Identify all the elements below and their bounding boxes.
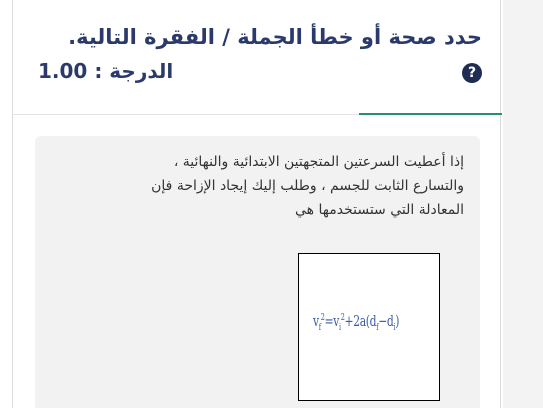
question-text-line: إذا أعطيت السرعتين المتجهتين الابتدائية …: [173, 154, 464, 170]
question-circle-icon[interactable]: ?: [462, 63, 482, 83]
question-content-box: إذا أعطيت السرعتين المتجهتين الابتدائية …: [35, 136, 480, 408]
grade-label: الدرجة : 1.00: [38, 59, 174, 83]
header-accent-line: [359, 113, 502, 115]
question-text-line: المعادلة التي ستستخدمها هي: [295, 202, 464, 218]
question-title: حدد صحة أو خطأ الجملة / الفقرة التالية.: [68, 25, 482, 49]
page-scroll-rail[interactable]: [503, 0, 543, 408]
equation-image: vf2=vi2+2a(df−di): [298, 253, 440, 401]
question-header: حدد صحة أو خطأ الجملة / الفقرة التالية. …: [13, 0, 500, 114]
question-card: حدد صحة أو خطأ الجملة / الفقرة التالية. …: [12, 0, 502, 408]
grade-row: ? الدرجة : 1.00: [32, 59, 482, 89]
page: حدد صحة أو خطأ الجملة / الفقرة التالية. …: [0, 0, 543, 408]
equation-formula: vf2=vi2+2a(df−di): [313, 312, 400, 333]
question-text-line: والتسارع الثابت للجسم ، وطلب إليك إيجاد …: [151, 178, 464, 194]
question-text: إذا أعطيت السرعتين المتجهتين الابتدائية …: [64, 150, 464, 222]
